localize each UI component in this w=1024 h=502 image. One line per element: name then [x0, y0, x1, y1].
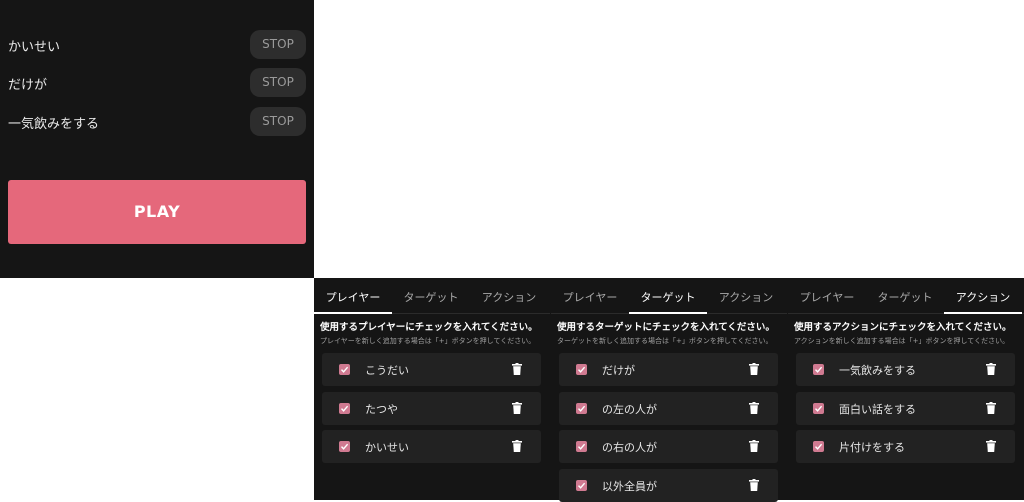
- list-item: 一気飲みをする: [796, 353, 1015, 386]
- tab-bar: プレイヤー ターゲット アクション: [551, 278, 787, 314]
- checkbox[interactable]: [813, 402, 824, 414]
- check-icon: [577, 482, 586, 489]
- settings-panel-players: プレイヤー ターゲット アクション 使用するプレイヤーにチェックを入れてください。 プレ…: [314, 278, 550, 500]
- settings-panel-targets: プレイヤー ターゲット アクション 使用するターゲットにチェックを入れてください。 ター…: [551, 278, 787, 502]
- trash-icon[interactable]: [512, 401, 522, 414]
- slot-row-action: 一気飲みをする STOP: [0, 107, 314, 137]
- check-icon: [814, 366, 823, 373]
- trash-icon[interactable]: [986, 401, 996, 414]
- list-item: だけが: [559, 353, 778, 386]
- list-item: たつや: [322, 391, 541, 425]
- check-icon: [340, 366, 349, 373]
- checkbox[interactable]: [576, 480, 587, 492]
- check-icon: [340, 444, 349, 451]
- trash-icon[interactable]: [749, 363, 759, 375]
- tab-players[interactable]: プレイヤー: [788, 278, 866, 313]
- item-label: 一気飲みをする: [839, 364, 916, 377]
- stop-button-target[interactable]: STOP: [250, 68, 306, 97]
- item-label: だけが: [602, 364, 635, 377]
- checkbox[interactable]: [339, 441, 350, 453]
- tab-targets[interactable]: ターゲット: [392, 278, 470, 313]
- panel-subtext: プレイヤーを新しく追加する場合は「+」ボタンを押してください。: [320, 337, 536, 345]
- tab-players[interactable]: プレイヤー: [551, 278, 629, 313]
- list-item: の右の人が: [559, 430, 778, 464]
- check-icon: [577, 405, 586, 412]
- trash-icon[interactable]: [986, 363, 996, 375]
- tab-targets[interactable]: ターゲット: [866, 278, 944, 313]
- slot-label-target: だけが: [8, 78, 48, 93]
- check-icon: [577, 366, 586, 373]
- check-icon: [577, 444, 586, 451]
- slot-row-player: かいせい STOP: [0, 30, 314, 60]
- item-label: 片付けをする: [839, 441, 905, 455]
- settings-panel-actions: プレイヤー ターゲット アクション 使用するアクションにチェックを入れてください。 アク…: [788, 278, 1024, 500]
- panel-heading: 使用するプレイヤーにチェックを入れてください。: [320, 322, 538, 333]
- list-item: 面白い話をする: [796, 391, 1015, 425]
- list-item: かいせい: [322, 430, 541, 464]
- check-icon: [340, 405, 349, 412]
- item-label: の左の人が: [602, 402, 657, 416]
- trash-icon[interactable]: [749, 479, 759, 492]
- tab-bar: プレイヤー ターゲット アクション: [788, 278, 1024, 314]
- panel-heading: 使用するターゲットにチェックを入れてください。: [557, 322, 775, 333]
- tab-players[interactable]: プレイヤー: [314, 278, 392, 314]
- slot-row-target: だけが STOP: [0, 68, 314, 98]
- slot-label-action: 一気飲みをする: [8, 117, 100, 132]
- panel-subtext: アクションを新しく追加する場合は「+」ボタンを押してください。: [794, 337, 1010, 345]
- checkbox[interactable]: [339, 402, 350, 414]
- item-label: 以外全員が: [602, 480, 657, 494]
- check-icon: [814, 405, 823, 412]
- item-label: かいせい: [365, 441, 409, 455]
- trash-icon[interactable]: [749, 440, 759, 453]
- slot-label-player: かいせい: [8, 40, 61, 55]
- panel-subtext: ターゲットを新しく追加する場合は「+」ボタンを押してください。: [557, 337, 773, 345]
- tab-bar: プレイヤー ターゲット アクション: [314, 278, 550, 314]
- list-item: こうだい: [322, 353, 541, 386]
- tab-targets[interactable]: ターゲット: [629, 278, 707, 314]
- checkbox[interactable]: [576, 364, 587, 375]
- item-label: 面白い話をする: [839, 402, 916, 416]
- game-screen: かいせい STOP だけが STOP 一気飲みをする STOP PLAY: [0, 0, 314, 278]
- item-label: たつや: [365, 402, 398, 416]
- list-item: 以外全員が: [559, 469, 778, 502]
- panel-heading: 使用するアクションにチェックを入れてください。: [794, 322, 1012, 333]
- check-icon: [814, 444, 823, 451]
- trash-icon[interactable]: [512, 440, 522, 453]
- item-label: こうだい: [365, 364, 409, 377]
- tab-actions[interactable]: アクション: [944, 278, 1022, 314]
- item-label: の右の人が: [602, 441, 657, 455]
- tab-actions[interactable]: アクション: [707, 278, 785, 313]
- checkbox[interactable]: [813, 441, 824, 453]
- checkbox[interactable]: [339, 364, 350, 375]
- list-item: 片付けをする: [796, 430, 1015, 464]
- stop-button-action[interactable]: STOP: [250, 107, 306, 136]
- trash-icon[interactable]: [512, 363, 522, 375]
- tab-actions[interactable]: アクション: [470, 278, 548, 313]
- trash-icon[interactable]: [986, 440, 996, 453]
- trash-icon[interactable]: [749, 401, 759, 414]
- list-item: の左の人が: [559, 391, 778, 425]
- play-button[interactable]: PLAY: [8, 180, 306, 244]
- stop-button-player[interactable]: STOP: [250, 30, 306, 59]
- checkbox[interactable]: [576, 402, 587, 414]
- checkbox[interactable]: [813, 364, 824, 375]
- checkbox[interactable]: [576, 441, 587, 453]
